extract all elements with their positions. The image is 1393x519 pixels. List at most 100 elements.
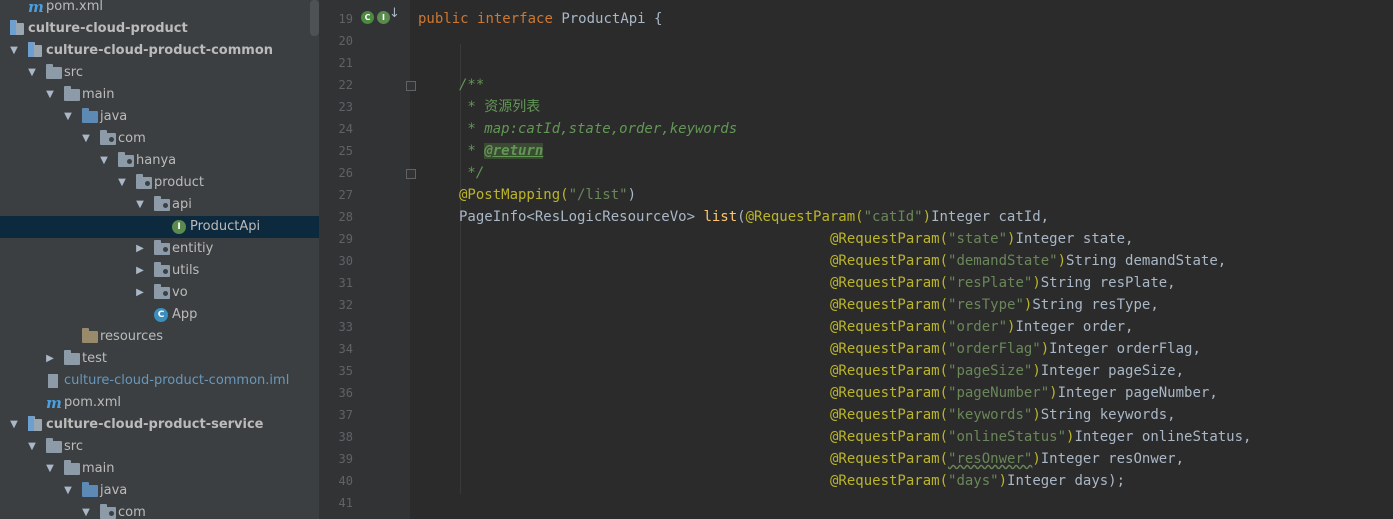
- annotation: @RequestParam(: [830, 253, 949, 269]
- keyword: public: [418, 11, 469, 27]
- tree-item-src[interactable]: ▼ src: [0, 436, 319, 458]
- chevron-right-icon[interactable]: ▶: [44, 348, 56, 370]
- string-literal: "onlineStatus": [948, 429, 1067, 445]
- line-number: 31: [338, 276, 353, 290]
- chevron-down-icon[interactable]: ▼: [116, 172, 128, 194]
- string-literal: "resPlate": [948, 275, 1033, 291]
- string-literal: "days": [948, 473, 999, 489]
- tree-item-app[interactable]: C App: [0, 304, 319, 326]
- tree-item-main[interactable]: ▼ main: [0, 84, 319, 106]
- annotation: @RequestParam(: [830, 275, 949, 291]
- tree-item-label: src: [64, 439, 83, 454]
- package-icon: [154, 240, 170, 255]
- code-line-param: @RequestParam("keywords")String keywords…: [830, 404, 1176, 426]
- chevron-right-icon[interactable]: ▶: [134, 238, 146, 260]
- interface-name: ProductApi {: [561, 11, 663, 27]
- module-folder-icon: [28, 416, 42, 431]
- class-icon: C: [154, 308, 168, 322]
- annotation: ): [1032, 275, 1041, 291]
- module-folder-icon: [10, 20, 24, 35]
- tree-item-com[interactable]: ▼ com: [0, 502, 319, 519]
- parameter-decl: Integer state,: [1015, 231, 1134, 247]
- line-number: 19: [338, 12, 353, 26]
- tree-item-label: ProductApi: [190, 219, 261, 234]
- string-literal: "pageNumber": [948, 385, 1050, 401]
- tree-item-module-service[interactable]: ▼ culture-cloud-product-service: [0, 414, 319, 436]
- paren: ): [627, 187, 637, 203]
- code-line-26: */: [459, 162, 484, 184]
- chevron-down-icon[interactable]: ▼: [26, 62, 38, 84]
- chevron-down-icon[interactable]: ▼: [80, 128, 92, 150]
- module-folder-icon: [28, 42, 42, 57]
- string-literal: "pageSize": [948, 363, 1033, 379]
- comment: *: [459, 143, 485, 159]
- annotation: @RequestParam(: [745, 209, 864, 225]
- comment: * 资源列表: [459, 99, 541, 115]
- tree-item-pom[interactable]: m pom.xml: [0, 0, 319, 18]
- tree-item-com[interactable]: ▼ com: [0, 128, 319, 150]
- tree-item-utils[interactable]: ▶ utils: [0, 260, 319, 282]
- tree-item-label: test: [82, 351, 107, 366]
- package-icon: [100, 130, 116, 145]
- parameter-decl: Integer order,: [1015, 319, 1134, 335]
- chevron-down-icon[interactable]: ▼: [80, 502, 92, 519]
- project-tree: m pom.xml culture-cloud-product ▼ cultur…: [0, 0, 319, 519]
- tree-item-java[interactable]: ▼ java: [0, 480, 319, 502]
- code-line-23: * 资源列表: [459, 96, 540, 118]
- tree-item-java[interactable]: ▼ java: [0, 106, 319, 128]
- tree-item-vo[interactable]: ▶ vo: [0, 282, 319, 304]
- tree-item-label: java: [100, 109, 128, 124]
- implemented-icon[interactable]: C: [361, 11, 374, 24]
- string-literal: "keywords": [948, 407, 1033, 423]
- tree-item-src[interactable]: ▼ src: [0, 62, 319, 84]
- chevron-down-icon[interactable]: ▼: [62, 480, 74, 502]
- annotation: ): [922, 209, 932, 225]
- tree-item-resources[interactable]: resources: [0, 326, 319, 348]
- tree-scrollbar[interactable]: [310, 0, 319, 36]
- parameter-decl: String resType,: [1032, 297, 1159, 313]
- tree-item-entitiy[interactable]: ▶ entitiy: [0, 238, 319, 260]
- chevron-down-icon[interactable]: ▼: [98, 150, 110, 172]
- module-file-icon: [48, 374, 58, 388]
- parameter-decl: Integer days);: [1007, 473, 1126, 489]
- annotation: ): [1040, 341, 1050, 357]
- line-number: 34: [338, 342, 353, 356]
- tree-item-label: culture-cloud-product: [28, 21, 188, 36]
- chevron-down-icon[interactable]: ▼: [8, 40, 20, 62]
- line-number: 30: [338, 254, 353, 268]
- return-type: PageInfo<ResLogicResourceVo>: [459, 209, 704, 225]
- tree-item-productapi[interactable]: I ProductApi: [0, 216, 319, 238]
- tree-item-label: culture-cloud-product-common: [46, 43, 273, 58]
- tree-item-module-common[interactable]: ▼ culture-cloud-product-common: [0, 40, 319, 62]
- code-line-19: public interface ProductApi {: [418, 8, 662, 30]
- annotation: @RequestParam(: [830, 385, 949, 401]
- resources-folder-icon: [82, 328, 98, 343]
- tree-item-label: pom.xml: [46, 0, 103, 14]
- tree-item-api[interactable]: ▼ api: [0, 194, 319, 216]
- comment: */: [459, 165, 485, 181]
- code-editor[interactable]: public interface ProductApi { /** * 资源列表…: [410, 0, 1393, 519]
- chevron-down-icon[interactable]: ▼: [44, 84, 56, 106]
- tree-item-module-product[interactable]: culture-cloud-product: [0, 18, 319, 40]
- chevron-down-icon[interactable]: ▼: [8, 414, 20, 436]
- code-line-param: @RequestParam("resPlate")String resPlate…: [830, 272, 1176, 294]
- tree-item-iml[interactable]: culture-cloud-product-common.iml: [0, 370, 319, 392]
- tree-item-label: com: [118, 131, 146, 146]
- tree-item-pom-common[interactable]: m pom.xml: [0, 392, 319, 414]
- chevron-down-icon[interactable]: ▼: [62, 106, 74, 128]
- arrow-down-icon: ↓: [389, 6, 400, 21]
- chevron-down-icon[interactable]: ▼: [26, 436, 38, 458]
- chevron-right-icon[interactable]: ▶: [134, 260, 146, 282]
- chevron-right-icon[interactable]: ▶: [134, 282, 146, 304]
- tree-item-hanya[interactable]: ▼ hanya: [0, 150, 319, 172]
- line-number: 27: [338, 188, 353, 202]
- line-number: 25: [338, 144, 353, 158]
- tree-item-main[interactable]: ▼ main: [0, 458, 319, 480]
- chevron-down-icon[interactable]: ▼: [134, 194, 146, 216]
- line-number: 39: [338, 452, 353, 466]
- tree-item-product[interactable]: ▼ product: [0, 172, 319, 194]
- chevron-down-icon[interactable]: ▼: [44, 458, 56, 480]
- string-literal: "demandState": [948, 253, 1058, 269]
- package-icon: [118, 152, 134, 167]
- tree-item-test[interactable]: ▶ test: [0, 348, 319, 370]
